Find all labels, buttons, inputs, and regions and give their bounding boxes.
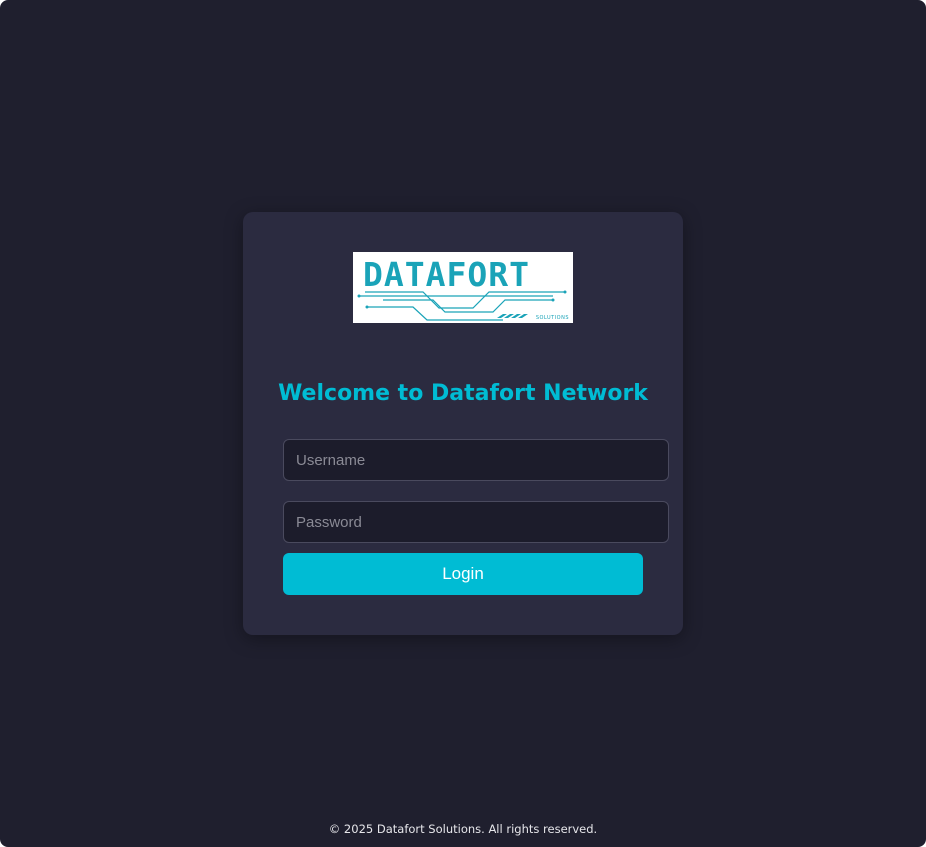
password-input[interactable] — [283, 501, 669, 543]
logo-wordmark: DATAFORT — [363, 255, 530, 294]
copyright-footer: © 2025 Datafort Solutions. All rights re… — [328, 822, 598, 836]
login-button[interactable]: Login — [283, 553, 643, 595]
login-page: DATAFORT SOLUTIONS Welcome to Datafort N… — [0, 0, 926, 847]
logo-tagline: SOLUTIONS — [535, 315, 569, 321]
company-logo: DATAFORT SOLUTIONS — [353, 252, 573, 323]
login-card: DATAFORT SOLUTIONS Welcome to Datafort N… — [243, 212, 683, 635]
username-input[interactable] — [283, 439, 669, 481]
welcome-title: Welcome to Datafort Network — [278, 381, 648, 406]
